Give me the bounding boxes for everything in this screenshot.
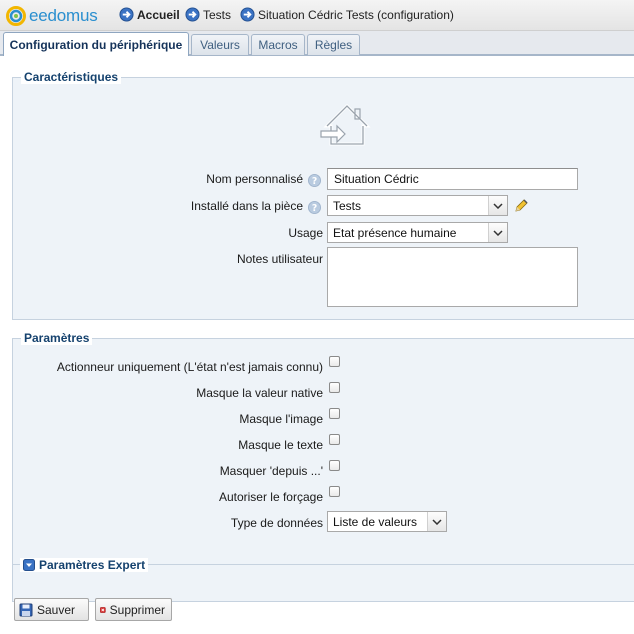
section-title: Paramètres — [21, 331, 93, 345]
eedomus-logo-icon — [6, 6, 26, 26]
type-donnees-select[interactable]: Liste de valeurs — [327, 511, 447, 532]
breadcrumb-device[interactable]: Situation Cédric Tests (configuration) — [240, 7, 454, 22]
save-button[interactable]: Sauver — [14, 598, 89, 621]
tab-configuration[interactable]: Configuration du périphérique — [3, 32, 189, 56]
help-icon[interactable]: ? — [308, 201, 321, 214]
tab-macros[interactable]: Macros — [251, 34, 305, 55]
nav-arrow-icon — [185, 7, 200, 22]
piece-label: Installé dans la pièce — [190, 199, 303, 213]
usage-select-value: Etat présence humaine — [333, 225, 457, 240]
eedomus-logo[interactable]: eedomus — [6, 5, 98, 27]
option-label: Autoriser le forçage — [218, 490, 323, 504]
usage-label: Usage — [288, 226, 323, 240]
floppy-disk-icon — [19, 603, 33, 616]
option-label: Masque l'image — [239, 412, 323, 426]
chevron-down-icon — [488, 223, 507, 242]
option-label: Masque le texte — [238, 438, 323, 452]
breadcrumb-tests[interactable]: Tests — [185, 7, 231, 22]
masque-valeur-checkbox[interactable] — [329, 382, 340, 393]
svg-text:?: ? — [312, 176, 317, 187]
top-bar: eedomus Accueil Tests Situation Cédric T… — [0, 0, 634, 31]
actionneur-checkbox[interactable] — [329, 356, 340, 367]
masquer-depuis-checkbox[interactable] — [329, 460, 340, 471]
expert-toggle[interactable]: Paramètres Expert — [20, 558, 149, 572]
option-label: Actionneur uniquement (L'état n'est jama… — [56, 360, 323, 374]
nav-arrow-icon — [240, 7, 255, 22]
type-donnees-label: Type de données — [230, 516, 323, 530]
breadcrumb-label: Situation Cédric Tests (configuration) — [258, 7, 454, 22]
chevron-down-icon — [488, 196, 507, 215]
masque-image-checkbox[interactable] — [329, 408, 340, 419]
tab-regles[interactable]: Règles — [307, 34, 360, 55]
main-panel: Caractéristiques Nom personnalisé ? Inst… — [0, 55, 634, 634]
nom-input[interactable] — [327, 168, 578, 190]
save-button-label: Sauver — [37, 602, 76, 617]
logo-text: eedomus — [29, 6, 98, 25]
option-label: Masque la valeur native — [196, 386, 323, 400]
house-arrow-icon — [320, 103, 371, 146]
usage-select[interactable]: Etat présence humaine — [327, 222, 508, 243]
tab-valeurs[interactable]: Valeurs — [191, 34, 249, 55]
notes-label: Notes utilisateur — [236, 252, 323, 266]
nom-label: Nom personnalisé — [206, 172, 303, 186]
caracteristiques-section: Caractéristiques Nom personnalisé ? Inst… — [12, 70, 634, 320]
delete-icon — [100, 606, 106, 613]
masque-texte-checkbox[interactable] — [329, 434, 340, 445]
tab-bar: Configuration du périphérique Valeurs Ma… — [0, 31, 634, 56]
breadcrumb-label: Tests — [203, 7, 232, 22]
breadcrumb-label: Accueil — [137, 7, 180, 22]
autoriser-forcage-checkbox[interactable] — [329, 486, 340, 497]
notes-textarea[interactable] — [327, 247, 578, 307]
help-icon[interactable]: ? — [308, 174, 321, 187]
delete-button-label: Supprimer — [109, 602, 165, 617]
expand-icon — [23, 559, 35, 571]
option-label: Masquer 'depuis ...' — [219, 464, 323, 478]
type-donnees-value: Liste de valeurs — [333, 514, 418, 529]
section-title: Caractéristiques — [21, 70, 122, 84]
section-title: Paramètres Expert — [39, 558, 146, 572]
piece-select-value: Tests — [333, 198, 362, 213]
piece-select[interactable]: Tests — [327, 195, 508, 216]
nav-arrow-icon — [119, 7, 134, 22]
delete-button[interactable]: Supprimer — [95, 598, 172, 621]
breadcrumb-accueil[interactable]: Accueil — [119, 7, 180, 22]
svg-text:?: ? — [312, 203, 317, 214]
pencil-icon[interactable] — [513, 198, 529, 214]
chevron-down-icon — [427, 512, 446, 531]
